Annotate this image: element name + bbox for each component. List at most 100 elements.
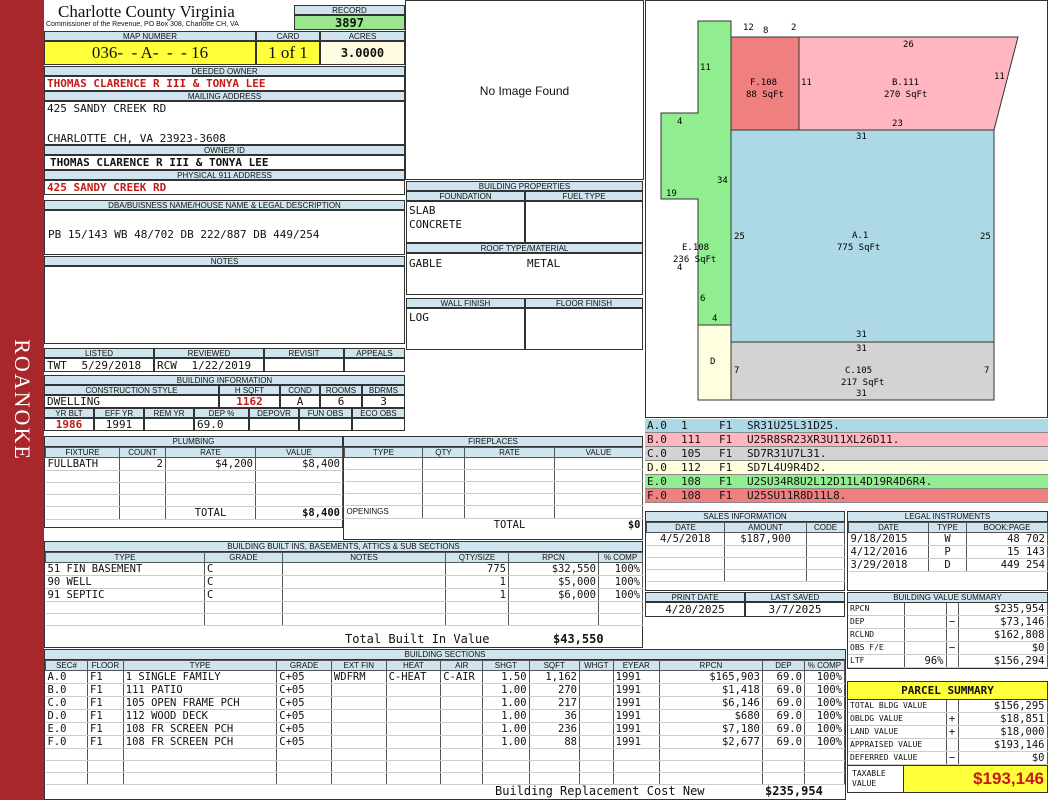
building-sections-title: BUILDING SECTIONS — [45, 650, 845, 660]
bi-grade: C — [204, 588, 283, 602]
section-cell — [579, 670, 614, 684]
rate-header: RATE — [165, 447, 256, 458]
map-number: 036- - A- - - 16 — [44, 41, 256, 65]
building-properties-title: BUILDING PROPERTIES — [406, 181, 643, 191]
section-cell: $680 — [659, 709, 763, 723]
empty-cell — [87, 760, 124, 773]
built-in-row: 90 WELL C 1 $5,000 100% — [45, 575, 643, 589]
parcel-cell: + — [946, 725, 959, 739]
dim-label: 11 — [700, 63, 711, 73]
empty-cell — [529, 772, 580, 785]
section-cell — [579, 722, 614, 736]
bi-type-header: TYPE — [45, 552, 205, 563]
section-cell: 88 — [529, 735, 580, 749]
legend-cell: 108 — [681, 489, 701, 502]
section-cell: F1 — [87, 722, 124, 736]
brcn-value: $235,954 — [765, 784, 823, 798]
bvs-cell: OBS F/E — [848, 641, 905, 655]
legend-cell: 105 — [681, 447, 701, 460]
bvs-row: OBS F/E − $0 — [848, 641, 1048, 655]
bvs-row: DEP − $73,146 — [848, 615, 1048, 629]
last-saved-label: LAST SAVED — [745, 592, 845, 602]
legend-cell: 108 — [681, 475, 701, 488]
empty-cell — [276, 772, 332, 785]
section-cell: 100% — [804, 683, 846, 697]
bvs-cell: $0 — [958, 641, 1048, 655]
empty-cell — [804, 748, 846, 761]
funobs-label: FUN OBS — [299, 408, 352, 418]
print-dates: PRINT DATE LAST SAVED 4/20/2025 3/7/2025 — [645, 592, 845, 617]
section-header: % COMP — [803, 660, 846, 671]
section-header: EXT FIN — [330, 660, 387, 671]
legend-cell: SD7L4U9R4D2. — [747, 461, 827, 474]
revisit-label: REVISIT — [264, 348, 344, 358]
owner-id: THOMAS CLARENCE R III & TONYA LEE — [44, 155, 405, 170]
building-info-title: BUILDING INFORMATION — [44, 375, 405, 385]
listing-dates: LISTED REVIEWED REVISIT APPEALS TWT 5/29… — [44, 348, 405, 372]
section-cell: F1 — [87, 696, 124, 710]
empty-cell — [331, 772, 387, 785]
dim-label: 2 — [791, 23, 796, 33]
dim-label: 25 — [980, 232, 991, 242]
parcel-row: LAND VALUE + $18,000 — [848, 725, 1048, 739]
empty-cell — [123, 748, 278, 761]
section-cell: WDFRM — [331, 670, 387, 684]
building-sections-table: BUILDING SECTIONS SEC# FLOOR TYPE GRADE EXT … — [44, 649, 846, 800]
section-cell: C.0 — [45, 696, 89, 710]
bvs-cell: RCLND — [848, 628, 905, 642]
mailing-address-box: 425 SANDY CREEK RD CHARLOTTE CH, VA 2392… — [44, 101, 405, 145]
section-cell: 105 OPEN FRAME PCH — [123, 696, 278, 710]
empty-cell — [440, 748, 484, 761]
foundation-label: FOUNDATION — [406, 191, 525, 201]
section-cell — [331, 709, 387, 723]
section-cell: 36 — [529, 709, 580, 723]
yrblt-value: 1986 — [44, 418, 94, 431]
legend-cell: E.0 — [647, 475, 667, 488]
empty-cell — [45, 748, 89, 761]
bi-rpcn: $5,000 — [508, 575, 599, 589]
bvs-cell: LTF — [848, 654, 905, 668]
cond-value: A — [280, 395, 320, 408]
bvs-cell: RPCN — [848, 603, 905, 616]
ecoobs-label: ECO OBS — [352, 408, 405, 418]
legal-book: 15 143 — [966, 545, 1048, 559]
legal-row: 3/29/2018 D 449 254 — [848, 558, 1048, 572]
record-number: 3897 — [294, 15, 405, 30]
parcel-cell — [946, 738, 959, 752]
built-ins-title: BUILDING BUILT INS, BASEMENTS, ATTICS & … — [45, 542, 642, 552]
section-cell: 1991 — [613, 683, 660, 697]
parcel-cell: $156,295 — [958, 700, 1048, 713]
empty-cell — [386, 760, 442, 773]
sales-information: SALES INFORMATION DATE AMOUNT CODE 4/5/201… — [645, 511, 845, 591]
bvs-cell — [946, 654, 959, 668]
parcel-cell: $18,000 — [958, 725, 1048, 739]
building-sketch: F.108 88 SqFt B.111 270 SqFt A.1 775 SqF… — [645, 0, 1048, 418]
parcel-row: TOTAL BLDG VALUE $156,295 — [848, 700, 1048, 713]
reviewed-by: RCW — [157, 359, 177, 372]
empty-cell — [123, 772, 278, 785]
foundation-line-1: SLAB — [409, 204, 436, 217]
empty-cell — [613, 760, 660, 773]
listed-date: 5/29/2018 — [81, 359, 142, 372]
bvs-row: LTF 96% $156,294 — [848, 654, 1048, 668]
fireplaces-table: FIREPLACES TYPE QTY RATE VALUE OPENINGS TOT… — [343, 436, 643, 540]
legend-cell: F1 — [719, 419, 733, 432]
legend-cell: SD7R31U7L31. — [747, 447, 827, 460]
dim-label: 4 — [677, 117, 682, 127]
section-header: TYPE — [122, 660, 278, 671]
dim-label: 7 — [984, 366, 989, 376]
bvs-row: RPCN $235,954 — [848, 603, 1048, 616]
section-header: GRADE — [276, 660, 332, 671]
legal-desc-label: DBA/BUISNESS NAME/HOUSE NAME & LEGAL DES… — [44, 200, 405, 210]
mailing-line-2: CHARLOTTE CH, VA 23923-3608 — [47, 132, 226, 145]
empty-cell — [386, 772, 442, 785]
openings-label: OPENINGS — [344, 505, 423, 519]
last-saved: 3/7/2025 — [745, 602, 845, 617]
bi-notes — [282, 562, 446, 576]
wall-finish-value: LOG — [406, 308, 525, 350]
dim-label: 12 — [743, 23, 754, 33]
mailing-line-1: 425 SANDY CREEK RD — [47, 102, 167, 115]
bvs-cell: − — [946, 615, 959, 629]
parcel-cell: − — [946, 751, 959, 765]
plumbing-total-label: TOTAL — [165, 506, 256, 520]
